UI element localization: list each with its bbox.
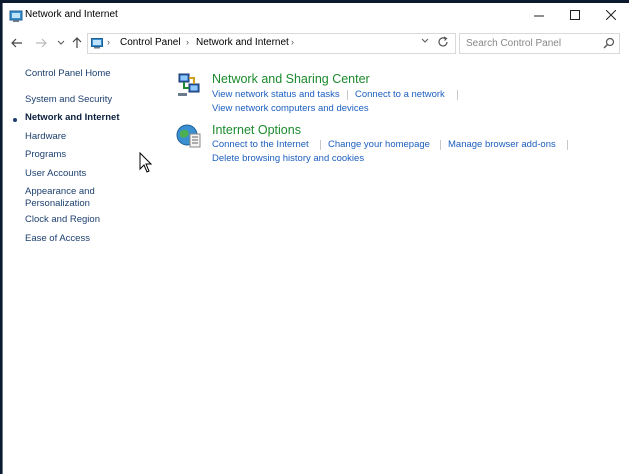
active-item-bullet xyxy=(13,118,17,122)
link-manage-browser-add-ons[interactable]: Manage browser add-ons xyxy=(448,139,556,150)
forward-button[interactable] xyxy=(33,34,49,52)
link-connect-to-internet[interactable]: Connect to the Internet xyxy=(212,139,309,150)
up-arrow-icon xyxy=(72,37,82,48)
breadcrumb-separator: › xyxy=(186,37,189,47)
refresh-button[interactable] xyxy=(437,36,449,51)
sidebar-item-label: Appearance and xyxy=(25,186,95,197)
sidebar-item-network-and-internet[interactable]: Network and Internet xyxy=(25,112,120,124)
network-folder-icon xyxy=(9,10,23,22)
chevron-down-icon xyxy=(57,40,65,45)
minimize-icon xyxy=(534,15,544,17)
category-internet-options[interactable]: Internet Options xyxy=(212,123,301,137)
breadcrumb-separator: › xyxy=(291,37,294,47)
breadcrumb-network-and-internet[interactable]: Network and Internet xyxy=(196,37,289,48)
internet-options-icon[interactable] xyxy=(176,123,202,149)
link-divider xyxy=(567,140,568,150)
search-box[interactable]: Search Control Panel xyxy=(459,33,620,54)
refresh-icon xyxy=(438,36,448,47)
address-bar[interactable]: › Control Panel › Network and Internet › xyxy=(87,33,456,54)
link-delete-browsing-history[interactable]: Delete browsing history and cookies xyxy=(212,153,364,164)
sidebar-control-panel-home[interactable]: Control Panel Home xyxy=(25,68,111,80)
back-arrow-icon xyxy=(11,38,22,48)
control-panel-icon xyxy=(91,38,103,49)
sidebar-item-programs[interactable]: Programs xyxy=(25,149,66,161)
navigation-bar: › Control Panel › Network and Internet ›… xyxy=(3,31,629,55)
link-change-homepage[interactable]: Change your homepage xyxy=(328,139,430,150)
sidebar-item-hardware[interactable]: Hardware xyxy=(25,131,66,143)
sidebar-item-system-and-security[interactable]: System and Security xyxy=(25,94,112,106)
sidebar-item-ease-of-access[interactable]: Ease of Access xyxy=(25,233,90,245)
link-divider xyxy=(440,140,441,150)
category-network-and-sharing-center[interactable]: Network and Sharing Center xyxy=(212,72,370,86)
link-view-network-computers[interactable]: View network computers and devices xyxy=(212,103,369,114)
search-icon[interactable] xyxy=(603,37,615,49)
recent-locations-button[interactable] xyxy=(53,34,69,52)
link-divider xyxy=(320,140,321,150)
window-title: Network and Internet xyxy=(25,9,118,20)
breadcrumb-separator: › xyxy=(107,37,110,47)
address-dropdown-button[interactable] xyxy=(421,37,429,46)
link-view-network-status[interactable]: View network status and tasks xyxy=(212,89,340,100)
minimize-button[interactable] xyxy=(521,3,557,30)
sidebar-item-label: Personalization xyxy=(25,198,90,209)
link-divider xyxy=(347,90,348,100)
link-connect-to-network[interactable]: Connect to a network xyxy=(355,89,445,100)
control-panel-window: Network and Internet › Control Panel › N… xyxy=(2,3,629,474)
chevron-down-icon xyxy=(421,38,429,43)
link-divider xyxy=(457,90,458,100)
search-input[interactable]: Search Control Panel xyxy=(466,38,561,49)
maximize-button[interactable] xyxy=(557,3,593,30)
maximize-icon xyxy=(570,10,580,20)
back-button[interactable] xyxy=(9,34,25,52)
mouse-cursor-icon xyxy=(139,152,153,173)
close-button[interactable] xyxy=(593,3,629,30)
forward-arrow-icon xyxy=(36,38,47,48)
up-button[interactable] xyxy=(69,34,85,52)
close-icon xyxy=(605,9,617,21)
sidebar-item-user-accounts[interactable]: User Accounts xyxy=(25,168,86,180)
breadcrumb-control-panel[interactable]: Control Panel xyxy=(120,37,181,48)
title-bar: Network and Internet xyxy=(3,3,629,30)
network-sharing-icon[interactable] xyxy=(176,72,202,98)
sidebar-item-appearance-and-personalization[interactable]: Appearance and Personalization xyxy=(25,186,95,210)
sidebar-item-clock-and-region[interactable]: Clock and Region xyxy=(25,214,100,226)
